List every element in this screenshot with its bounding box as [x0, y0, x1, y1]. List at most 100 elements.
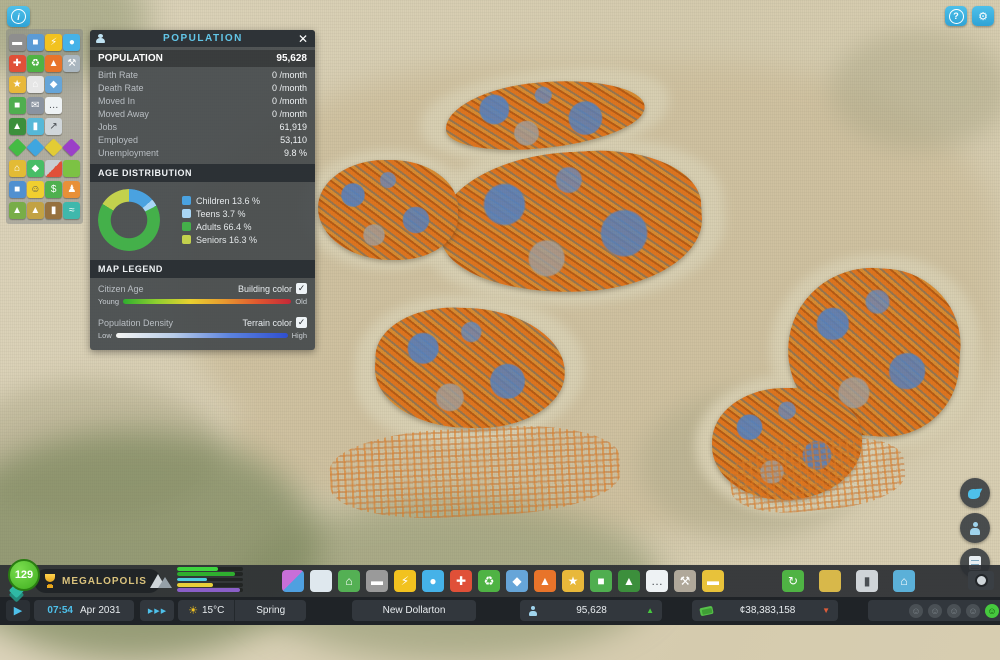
infoviews-button[interactable]: i	[7, 6, 30, 27]
water-map-infoview-icon[interactable]	[26, 138, 45, 157]
level-badge[interactable]: 129	[8, 559, 40, 591]
fire-infoview-icon[interactable]: ▲	[45, 55, 63, 72]
happiness-factor-4-icon[interactable]: ☺	[966, 603, 980, 618]
signature-buildings-tool-icon[interactable]: ⌂	[338, 570, 360, 592]
speed-2-icon[interactable]: ▶	[154, 607, 159, 615]
greenery-infoview-icon[interactable]	[63, 160, 81, 177]
help-button[interactable]: ?	[945, 6, 967, 26]
tourism-infoview-icon[interactable]: ■	[8, 181, 26, 198]
happiness-infoview-icon[interactable]: ☺	[26, 181, 44, 198]
speed-1-icon[interactable]: ▶	[148, 607, 153, 615]
noise-map-infoview-icon[interactable]	[62, 138, 82, 157]
roads-tool-icon[interactable]: ▬	[366, 570, 388, 592]
transportation-tool-icon[interactable]: ■	[590, 570, 612, 592]
telecom-infoview-icon[interactable]: …	[45, 97, 63, 114]
communications-tool-icon[interactable]: …	[646, 570, 668, 592]
settings-button[interactable]: ⚙	[972, 6, 994, 26]
resources-infoview-icon[interactable]: ▮	[45, 202, 63, 219]
electricity-infoview-icon[interactable]: ⚡	[45, 34, 63, 51]
garbage-infoview-icon[interactable]: ♻	[26, 55, 44, 72]
gear-icon: ⚙	[978, 10, 988, 23]
residential-low-demand	[177, 567, 243, 571]
money-display[interactable]: ¢38,383,158 ▼	[692, 600, 838, 621]
healthcare-infoview-icon[interactable]: ✚	[8, 55, 26, 72]
terrain-color-checkbox[interactable]: ✓	[296, 317, 307, 328]
water-infoview-icon[interactable]: ●	[63, 34, 81, 51]
transportation-infoview-icon[interactable]: ■	[8, 97, 26, 114]
electronics-infoview-icon[interactable]: ■	[26, 34, 44, 51]
education-infoview-icon[interactable]: ◆	[45, 76, 63, 93]
economy-infoview-icon[interactable]: $	[45, 181, 63, 198]
terrain-color-label: Terrain color	[242, 317, 292, 328]
water-tool-icon[interactable]: ●	[422, 570, 444, 592]
battery-infoview-icon[interactable]: ▮	[26, 118, 44, 135]
chirper-button[interactable]	[960, 478, 990, 508]
land-map-infoview-icon[interactable]	[7, 138, 27, 157]
population-icon-small	[528, 605, 537, 616]
play-pause-button[interactable]: ▶	[6, 600, 30, 621]
administration-infoview-icon[interactable]: ⌂	[26, 76, 44, 93]
electricity-tool-icon[interactable]: ⚡	[394, 570, 416, 592]
outside-connections-infoview-icon[interactable]: ↗	[45, 118, 63, 135]
land-value-infoview-icon[interactable]: ◆	[26, 160, 44, 177]
pollution-map-infoview-icon[interactable]	[44, 138, 63, 157]
happiness-smiley-icon[interactable]: ☺	[985, 603, 999, 618]
city-name: New Dollarton	[382, 605, 446, 616]
demand-panel[interactable]	[148, 567, 243, 592]
help-icon: ?	[948, 8, 964, 24]
map-legend-title: MAP LEGEND	[90, 260, 315, 278]
age-distribution-donut	[98, 189, 160, 251]
economy-menu-icon[interactable]: ↻	[782, 570, 804, 592]
bulldozer-tool-icon[interactable]: ▬	[702, 570, 724, 592]
desert-infoview-icon[interactable]: ▲	[26, 202, 44, 219]
maintenance-infoview-icon[interactable]: ⚒	[63, 55, 81, 72]
city-services-menu-icon[interactable]: ⌂	[893, 570, 915, 592]
happiness-factor-2-icon[interactable]: ☺	[928, 603, 942, 618]
statistics-menu-icon[interactable]: ▮	[856, 570, 878, 592]
police-tool-icon[interactable]: ★	[562, 570, 584, 592]
infoview-grid: ▬ ■ ⚡ ● ✚ ♻ ▲ ⚒ ★ ⌂ ◆ ■ ✉… ▲ ▮ ↗ ⌂ ◆ ■ ☺ $ ♟ ▲ ▲ ▮ ≈	[6, 29, 83, 224]
garbage-tool-icon[interactable]: ♻	[478, 570, 500, 592]
zoning-tool-icon[interactable]	[310, 570, 332, 592]
progression-menu-icon[interactable]	[819, 570, 841, 592]
education-tool-icon[interactable]: ◆	[506, 570, 528, 592]
trophy-icon	[44, 574, 56, 588]
happiness-factor-1-icon[interactable]: ☺	[909, 603, 923, 618]
age-legend-item: Adults 66.4 %	[182, 222, 260, 232]
growth-infoview-icon[interactable]	[45, 160, 63, 177]
residential-infoview-icon[interactable]: ⌂	[8, 160, 26, 177]
parks-infoview-icon[interactable]: ▲	[8, 118, 26, 135]
healthcare-tool-icon[interactable]: ✚	[450, 570, 472, 592]
toolbar-group-manage: ↻ ▮ ⌂	[782, 570, 915, 592]
water-resources-infoview-icon[interactable]: ≈	[63, 202, 81, 219]
camera-button[interactable]	[968, 571, 994, 590]
roads-infoview-icon[interactable]: ▬	[8, 34, 26, 51]
police-infoview-icon[interactable]: ★	[8, 76, 26, 93]
demand-bars	[177, 567, 243, 592]
weather-display: ☀ 15°C Spring	[178, 600, 306, 621]
post-infoview-icon[interactable]: ✉	[26, 97, 44, 114]
citizens-button[interactable]	[960, 513, 990, 543]
population-display[interactable]: 95,628 ▲	[520, 600, 662, 621]
speed-3-icon[interactable]: ▶	[161, 607, 166, 615]
parks-tool-icon[interactable]: ▲	[618, 570, 640, 592]
close-icon[interactable]: ✕	[296, 32, 310, 46]
city-name-display[interactable]: New Dollarton	[352, 600, 476, 621]
speed-controls[interactable]: ▶ ▶ ▶	[140, 600, 174, 621]
low-label: Low	[98, 331, 112, 340]
building-color-label: Building color	[237, 283, 292, 294]
population-infoview-icon[interactable]: ♟	[63, 181, 81, 198]
zones-tool-icon[interactable]	[282, 570, 304, 592]
milestone-button[interactable]: MEGALOPOLIS	[34, 569, 161, 593]
terrain-infoview-icon[interactable]: ▲	[8, 202, 26, 219]
milestone-label: MEGALOPOLIS	[62, 575, 147, 587]
landscaping-tool-icon[interactable]: ⚒	[674, 570, 696, 592]
stat-row: Moved Away 0 /month	[98, 108, 307, 119]
fire-tool-icon[interactable]: ▲	[534, 570, 556, 592]
happiness-display[interactable]: ☺ ☺ ☺ ☺ ☺	[868, 600, 1000, 621]
happiness-factor-3-icon[interactable]: ☺	[947, 603, 961, 618]
info-icon: i	[11, 9, 26, 24]
game-date: Apr 2031	[79, 605, 121, 616]
building-color-checkbox[interactable]: ✓	[296, 283, 307, 294]
industrial-demand	[177, 582, 243, 587]
